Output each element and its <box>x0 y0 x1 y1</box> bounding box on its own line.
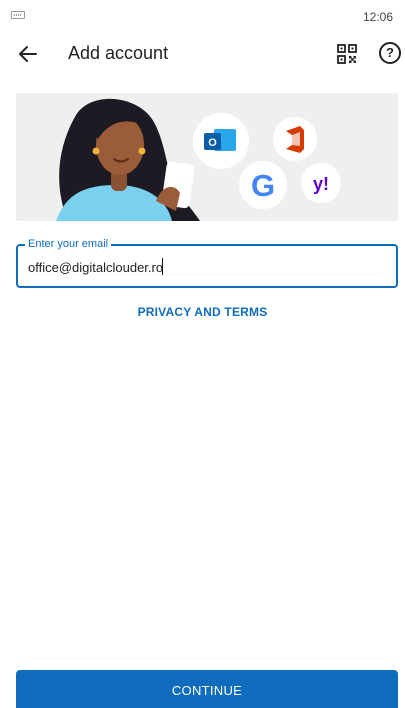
yahoo-icon: y! <box>301 163 341 203</box>
email-input[interactable] <box>28 258 348 276</box>
outlook-icon: O <box>193 113 249 169</box>
hero-illustration: O G y! <box>16 93 398 221</box>
person-illustration <box>56 98 200 221</box>
svg-text:y!: y! <box>313 174 329 194</box>
qr-code-icon <box>337 44 357 64</box>
continue-button[interactable]: CONTINUE <box>16 670 398 708</box>
text-cursor <box>162 258 163 275</box>
svg-text:O: O <box>208 137 217 149</box>
svg-text:G: G <box>251 168 275 203</box>
hero-art: O G y! <box>56 98 341 221</box>
status-time: 12:06 <box>362 10 393 24</box>
help-button[interactable]: ? <box>379 42 401 64</box>
microsoft-office-icon <box>273 117 317 161</box>
privacy-and-terms-link[interactable]: PRIVACY AND TERMS <box>0 305 405 319</box>
keyboard-icon <box>11 11 25 19</box>
qr-scan-button[interactable] <box>336 43 358 65</box>
page-title: Add account <box>68 43 169 63</box>
email-field-label: Enter your email <box>25 238 112 250</box>
help-icon: ? <box>386 45 394 60</box>
app-bar: Add account ? <box>0 34 405 74</box>
status-bar: 12:06 <box>0 0 405 34</box>
back-arrow-icon <box>19 46 37 62</box>
google-icon: G <box>239 161 287 209</box>
back-button[interactable] <box>14 40 42 68</box>
